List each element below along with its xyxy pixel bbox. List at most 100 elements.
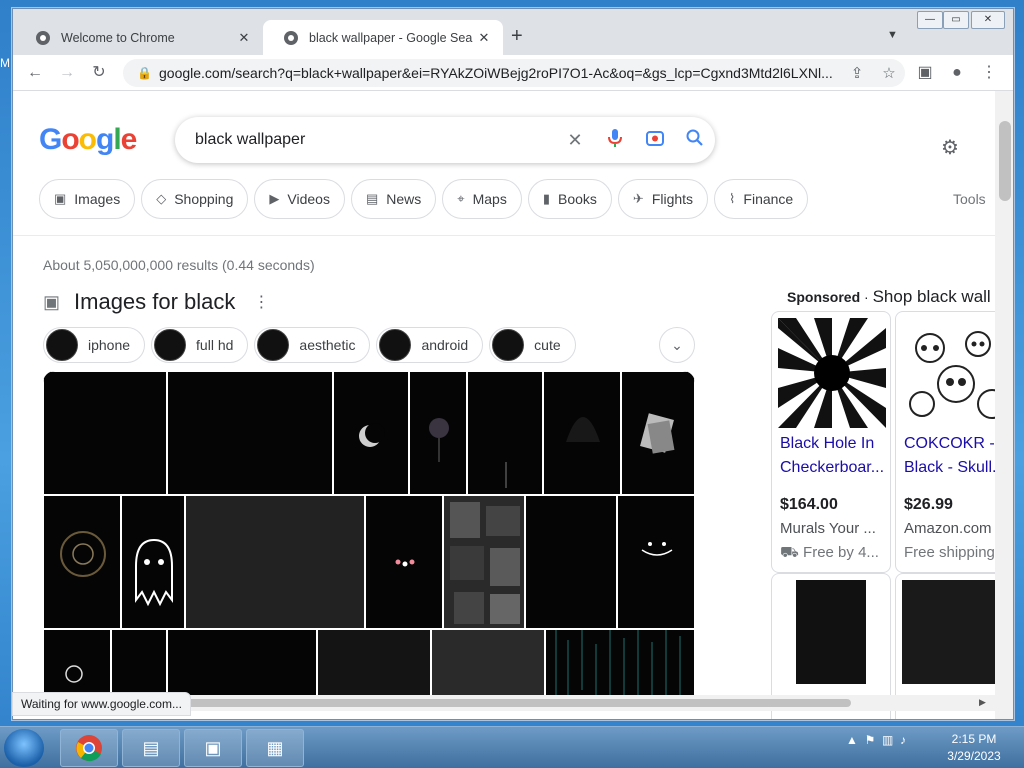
chip-maps[interactable]: ⌖ Maps [442,179,522,219]
image-result[interactable] [617,495,695,629]
image-result[interactable] [333,371,409,495]
chip-shopping[interactable]: ◇ Shopping [141,179,249,219]
chip-news[interactable]: ▤ News [350,179,437,219]
shipping-text: Free by 4... [803,544,879,561]
chip-books[interactable]: ▮ Books [527,179,612,219]
clear-icon[interactable]: ✕ [555,130,595,151]
product-title[interactable]: Black Hole In [780,432,888,456]
product-card[interactable]: COKCOKR - Black - Skull... $26.99 Amazon… [895,311,995,573]
image-result[interactable] [467,371,543,495]
product-image [796,580,866,684]
image-result[interactable] [43,629,111,701]
image-result[interactable] [525,495,617,629]
share-icon[interactable]: ⇪ [841,64,873,82]
image-result[interactable] [185,495,365,629]
system-tray[interactable]: ▲ ⚑ ▥ ♪ [846,733,906,747]
image-refine-chips: iphone full hd aesthetic android cute [43,327,576,363]
image-result[interactable] [111,629,167,701]
apps-menu-icon[interactable]: ⋮ [987,135,995,156]
chrome-window: Welcome to Chrome ✕ black wallpaper - Go… [12,8,1014,720]
new-tab-button[interactable]: + [511,25,523,48]
chip-finance[interactable]: ⌇ Finance [714,179,809,219]
chip-flights[interactable]: ✈ Flights [617,179,709,219]
tray-expand-icon[interactable]: ▲ [846,733,858,747]
image-result[interactable] [621,371,695,495]
reload-icon[interactable]: ↻ [87,61,111,85]
image-result[interactable] [443,495,525,629]
tab-close-icon[interactable]: ✕ [473,30,495,46]
side-panel-icon[interactable]: ▣ [913,61,937,85]
tab-welcome[interactable]: Welcome to Chrome ✕ [15,20,263,55]
image-result[interactable] [121,495,185,629]
image-result[interactable] [545,629,695,701]
image-result[interactable] [409,371,467,495]
clock[interactable]: 2:15 PM 3/29/2023 [942,731,1006,765]
shop-label[interactable]: Shop black wall [873,287,991,306]
image-result[interactable] [167,629,317,701]
refine-thumbnail [257,329,290,361]
taskbar-explorer[interactable]: ▤ [122,729,180,767]
search-icon[interactable] [675,129,715,152]
chip-label: Books [557,191,597,207]
bookmark-star-icon[interactable]: ☆ [873,64,905,82]
start-button[interactable] [4,729,44,767]
images-section-title[interactable]: Images for black [74,289,235,315]
taskbar-control-panel[interactable]: ▦ [246,729,304,767]
chip-label: News [386,191,422,207]
refine-chip[interactable]: android [376,327,484,363]
tools-button[interactable]: Tools [953,191,986,207]
tab-search[interactable]: black wallpaper - Google Search ✕ [263,20,503,55]
search-type-chips: ▣ Images ◇ Shopping ▶ Videos ▤ News ⌖ Maps ▮ B… [39,179,809,219]
mic-icon[interactable] [595,128,635,153]
chip-videos[interactable]: ▶ Videos [254,179,345,219]
url-text[interactable]: google.com/search?q=black+wallpaper&ei=R… [159,65,841,81]
chrome-menu-icon[interactable]: ⋮ [977,61,1001,85]
minimize-button[interactable]: — [917,11,943,29]
windows-taskbar: ▤ ▣ ▦ ▲ ⚑ ▥ ♪ 2:15 PM 3/29/2023 [0,726,1024,768]
close-window-button[interactable]: ✕ [971,11,1005,29]
chrome-favicon-icon [35,30,51,46]
image-result[interactable] [317,629,431,701]
forward-icon[interactable]: → [55,61,79,85]
image-result[interactable] [431,629,545,701]
product-title[interactable]: COKCOKR - [904,432,995,456]
refine-chip[interactable]: full hd [151,327,249,363]
product-shipping: Free shipping [904,544,995,561]
tab-search-menu-icon[interactable]: ▼ [887,29,898,41]
volume-icon[interactable]: ♪ [900,733,906,747]
profile-icon[interactable]: ● [945,61,969,85]
chip-images[interactable]: ▣ Images [39,179,136,219]
settings-gear-icon[interactable]: ⚙ [941,135,959,160]
image-result[interactable] [543,371,621,495]
maximize-button[interactable]: ▭ [943,11,969,29]
scroll-right-icon[interactable]: ▶ [979,697,986,708]
search-box[interactable]: black wallpaper ✕ [175,117,715,163]
clock-time: 2:15 PM [951,732,997,746]
image-result[interactable] [43,495,121,629]
product-card[interactable]: Black Hole In Checkerboar... $164.00 Mur… [771,311,891,573]
image-result[interactable] [365,495,443,629]
google-logo[interactable]: Google [39,123,137,157]
finance-icon: ⌇ [729,191,736,206]
action-center-icon[interactable]: ⚑ [865,733,876,747]
taskbar-photos[interactable]: ▣ [184,729,242,767]
image-result[interactable] [43,371,167,495]
tab-close-icon[interactable]: ✕ [233,30,255,46]
search-input[interactable]: black wallpaper [175,131,555,149]
refine-chip[interactable]: iphone [43,327,146,363]
more-options-icon[interactable]: ⋮ [253,292,269,312]
refine-chip[interactable]: cute [489,327,576,363]
control-panel-icon: ▦ [266,738,284,758]
network-icon[interactable]: ▥ [882,733,893,747]
product-title[interactable]: Checkerboar... [780,456,888,480]
refine-chip[interactable]: aesthetic [254,327,371,363]
lens-camera-icon[interactable] [635,129,675,152]
vertical-scrollbar[interactable] [995,91,1013,719]
product-title[interactable]: Black - Skull... [904,456,995,480]
back-icon[interactable]: ← [23,61,47,85]
address-bar[interactable]: 🔒 google.com/search?q=black+wallpaper&ei… [123,59,905,87]
taskbar-chrome[interactable] [60,729,118,767]
vertical-scroll-thumb[interactable] [999,121,1011,201]
expand-chevron-icon[interactable]: ⌄ [659,327,695,363]
image-result[interactable] [167,371,333,495]
